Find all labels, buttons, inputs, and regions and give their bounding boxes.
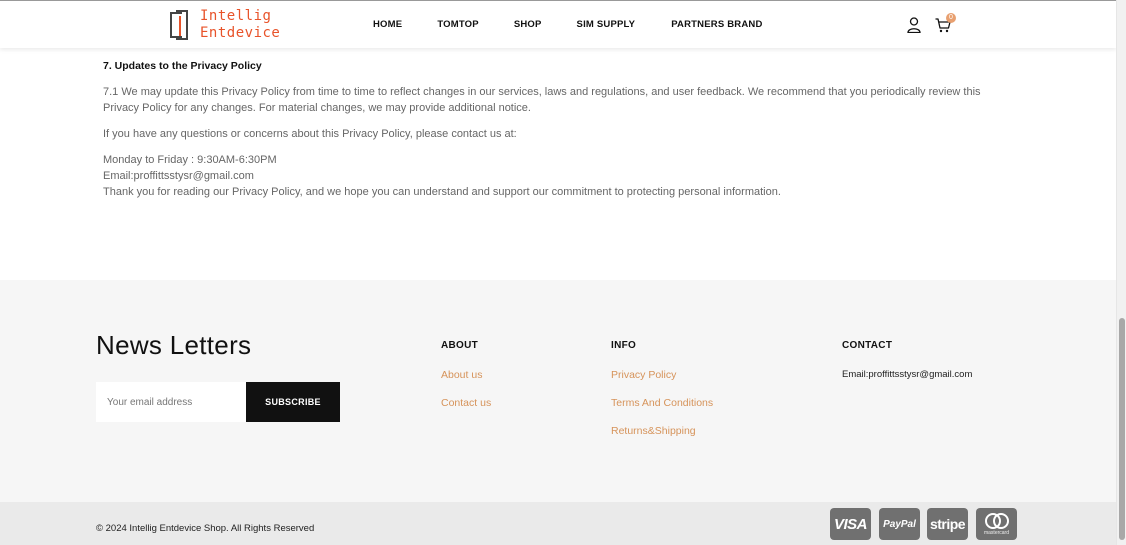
paypal-icon: PayPal xyxy=(879,508,920,540)
newsletter-title: News Letters xyxy=(96,330,252,360)
mastercard-label: mastercard xyxy=(983,529,1009,536)
privacy-policy-link[interactable]: Privacy Policy xyxy=(611,369,713,381)
about-us-link[interactable]: About us xyxy=(441,369,491,381)
logo-line-1: Intellig xyxy=(200,8,272,24)
returns-shipping-link[interactable]: Returns&Shipping xyxy=(611,425,713,437)
nav-sim-supply[interactable]: SIM SUPPLY xyxy=(577,19,636,30)
logo-line-2: Entdevice xyxy=(200,25,281,41)
scrollbar-thumb[interactable] xyxy=(1119,318,1125,540)
footer-contact-email: Email:proffittsstysr@gmail.com xyxy=(842,369,973,380)
logo-text: Intellig Entdevice xyxy=(200,8,280,42)
section-heading: 7. Updates to the Privacy Policy xyxy=(103,60,262,72)
footer-about-column: ABOUT About us Contact us xyxy=(441,340,491,425)
info-title: INFO xyxy=(611,340,637,351)
business-hours: Monday to Friday : 9:30AM-6:30PM xyxy=(103,154,277,166)
terms-link[interactable]: Terms And Conditions xyxy=(611,397,713,409)
cart-count-badge: 0 xyxy=(946,13,956,23)
visa-icon: VISA xyxy=(830,508,871,540)
nav-tomtop[interactable]: TOMTOP xyxy=(437,19,479,30)
mastercard-icon: mastercard xyxy=(976,508,1017,540)
stripe-icon: stripe xyxy=(927,508,968,540)
logo-mark-icon xyxy=(170,10,190,40)
contact-us-link[interactable]: Contact us xyxy=(441,397,491,409)
bottom-bar: © 2024 Intellig Entdevice Shop. All Righ… xyxy=(0,502,1116,545)
about-title: ABOUT xyxy=(441,340,479,351)
paragraph-update: 7.1 We may update this Privacy Policy fr… xyxy=(103,86,981,114)
footer-info-column: INFO Privacy Policy Terms And Conditions… xyxy=(611,340,713,453)
site-header: Intellig Entdevice HOME TOMTOP SHOP SIM … xyxy=(0,0,1116,48)
user-icon[interactable] xyxy=(907,17,921,33)
nav-shop[interactable]: SHOP xyxy=(514,19,542,30)
nav-home[interactable]: HOME xyxy=(373,19,402,30)
thank-you-text: Thank you for reading our Privacy Policy… xyxy=(103,186,781,198)
logo[interactable]: Intellig Entdevice xyxy=(170,8,280,42)
subscribe-button[interactable]: SUBSCRIBE xyxy=(246,382,340,422)
main-nav: HOME TOMTOP SHOP SIM SUPPLY PARTNERS BRA… xyxy=(373,19,763,30)
copyright-text: © 2024 Intellig Entdevice Shop. All Righ… xyxy=(96,523,315,534)
privacy-content: 7. Updates to the Privacy Policy 7.1 We … xyxy=(103,58,1008,200)
contact-email: Email:proffittsstysr@gmail.com xyxy=(103,170,254,182)
footer-contact-column: CONTACT Email:proffittsstysr@gmail.com xyxy=(842,340,972,380)
paragraph-contact-intro: If you have any questions or concerns ab… xyxy=(103,128,517,140)
page-scrollbar[interactable] xyxy=(1116,0,1126,545)
contact-title: CONTACT xyxy=(842,340,893,351)
nav-partners-brand[interactable]: PARTNERS BRAND xyxy=(671,19,762,30)
site-footer: News Letters SUBSCRIBE ABOUT About us Co… xyxy=(0,280,1116,502)
newsletter-email-input[interactable] xyxy=(96,382,246,422)
mastercard-circles-icon xyxy=(984,512,1009,529)
